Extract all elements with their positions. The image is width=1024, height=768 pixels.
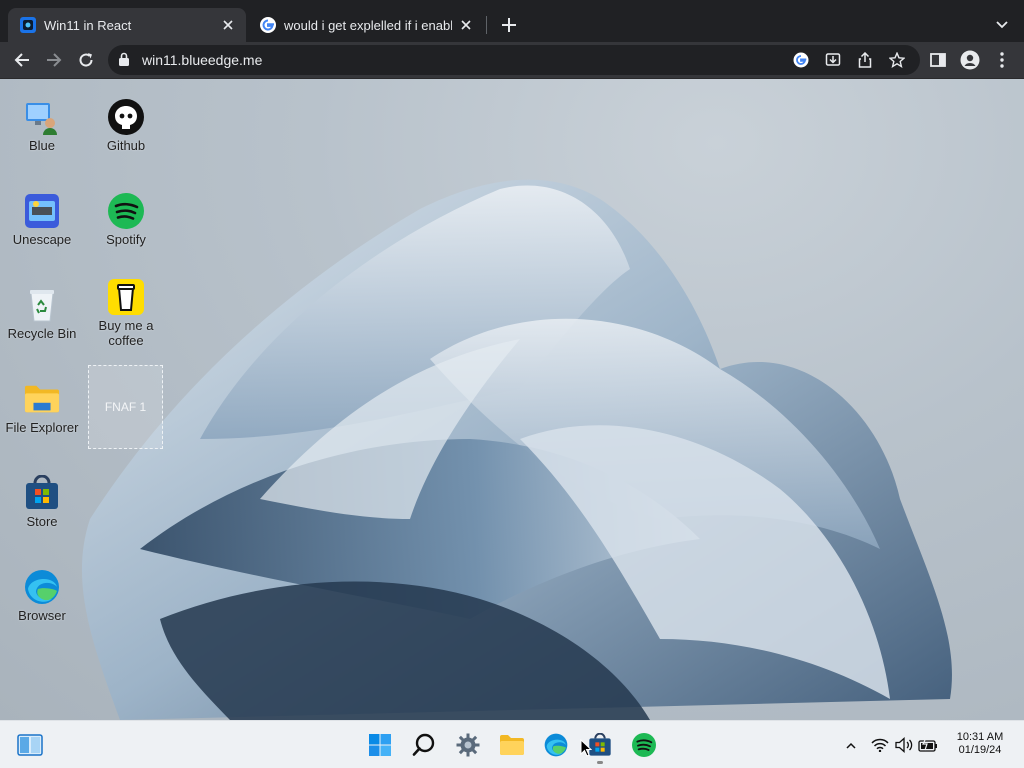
desktop-icon-label: Blue [28,138,56,153]
desktop-icon-label: Browser [18,608,66,623]
tab-close-icon[interactable] [458,17,474,33]
back-arrow-icon[interactable] [8,46,36,74]
folder-icon [24,381,60,417]
clock-date: 01/19/24 [958,744,1002,756]
edge-browser-icon[interactable] [540,729,572,761]
url-text: win11.blueedge.me [142,52,263,68]
lock-icon[interactable] [118,52,130,72]
desktop-icon-recycle-bin[interactable]: Recycle Bin [0,287,84,341]
widgets-icon[interactable] [14,729,46,761]
more-menu-icon[interactable] [988,46,1016,74]
start-windows-icon[interactable] [364,729,396,761]
wifi-icon[interactable] [870,735,890,755]
desktop-icon-store[interactable]: Store [0,475,84,529]
blue-app-icon [24,99,60,135]
desktop-icon-label: Unescape [12,232,72,247]
chevron-up-icon[interactable] [841,735,861,755]
desktop-icon-label: File Explorer [5,420,79,435]
search-icon[interactable] [408,729,440,761]
new-tab-plus-icon[interactable] [496,12,522,38]
side-panel-icon[interactable] [924,46,952,74]
desktop-icon-label: Spotify [106,232,146,247]
desktop-icon-github[interactable]: Github [84,99,168,153]
tab-title: Win11 in React [44,17,132,33]
desktop-icon-label: Buy me a coffee [98,318,154,348]
desktop-icon-spotify[interactable]: Spotify [84,193,168,247]
taskbar: 10:31 AM 01/19/24 [0,720,1024,768]
recycle-bin-icon [24,287,60,323]
address-bar[interactable]: win11.blueedge.me [108,45,920,75]
forward-arrow-icon[interactable] [40,46,68,74]
store-icon [24,475,60,511]
spotify-icon [108,193,144,229]
desktop[interactable]: Blue Unescape Recycle Bin File Explorer … [0,79,1024,720]
desktop-icon-browser[interactable]: Browser [0,569,84,623]
browser-tab-strip: Win11 in React would i get explelled if … [0,0,1024,44]
profile-avatar-icon[interactable] [956,46,984,74]
unescape-icon [24,193,60,229]
desktop-icon-label: Github [106,138,146,153]
tab-win11-in-react[interactable]: Win11 in React [8,8,246,42]
tab-google-search[interactable]: would i get explelled if i enable [248,8,484,42]
running-app-indicator [597,761,603,764]
edge-icon [24,569,60,605]
win11-favicon-icon [20,17,36,33]
volume-icon[interactable] [894,735,914,755]
coffee-cup-icon [108,279,144,315]
desktop-icon-buy-me-a-coffee[interactable]: Buy me a coffee [84,279,168,348]
settings-gear-icon[interactable] [452,729,484,761]
desktop-icon-label: FNAF 1 [104,400,147,414]
bookmark-star-icon[interactable] [886,50,908,70]
file-explorer-folder-icon[interactable] [496,729,528,761]
desktop-icon-label: Store [26,514,58,529]
reload-icon[interactable] [72,46,100,74]
desktop-icon-blue[interactable]: Blue [0,99,84,153]
battery-charging-icon[interactable] [918,735,938,755]
desktop-icon-label: Recycle Bin [7,326,77,341]
browser-toolbar: win11.blueedge.me [0,42,1024,79]
tab-separator [486,16,487,34]
tab-title: would i get explelled if i enable [284,17,452,33]
spotify-taskbar-icon[interactable] [628,729,660,761]
system-clock[interactable]: 10:31 AM 01/19/24 [944,731,1016,757]
desktop-icon-unescape[interactable]: Unescape [0,193,84,247]
clock-time: 10:31 AM [956,731,1004,743]
install-app-icon[interactable] [822,50,844,70]
desktop-icon-fnaf-1[interactable]: FNAF 1 [88,365,163,449]
google-favicon-icon [260,17,276,33]
share-icon[interactable] [854,50,876,70]
desktop-icon-file-explorer[interactable]: File Explorer [0,381,84,435]
google-lens-icon[interactable] [790,50,812,70]
mouse-pointer-icon [580,738,593,762]
tab-close-icon[interactable] [220,17,236,33]
tab-search-chevron-icon[interactable] [990,12,1014,38]
github-icon [108,99,144,135]
